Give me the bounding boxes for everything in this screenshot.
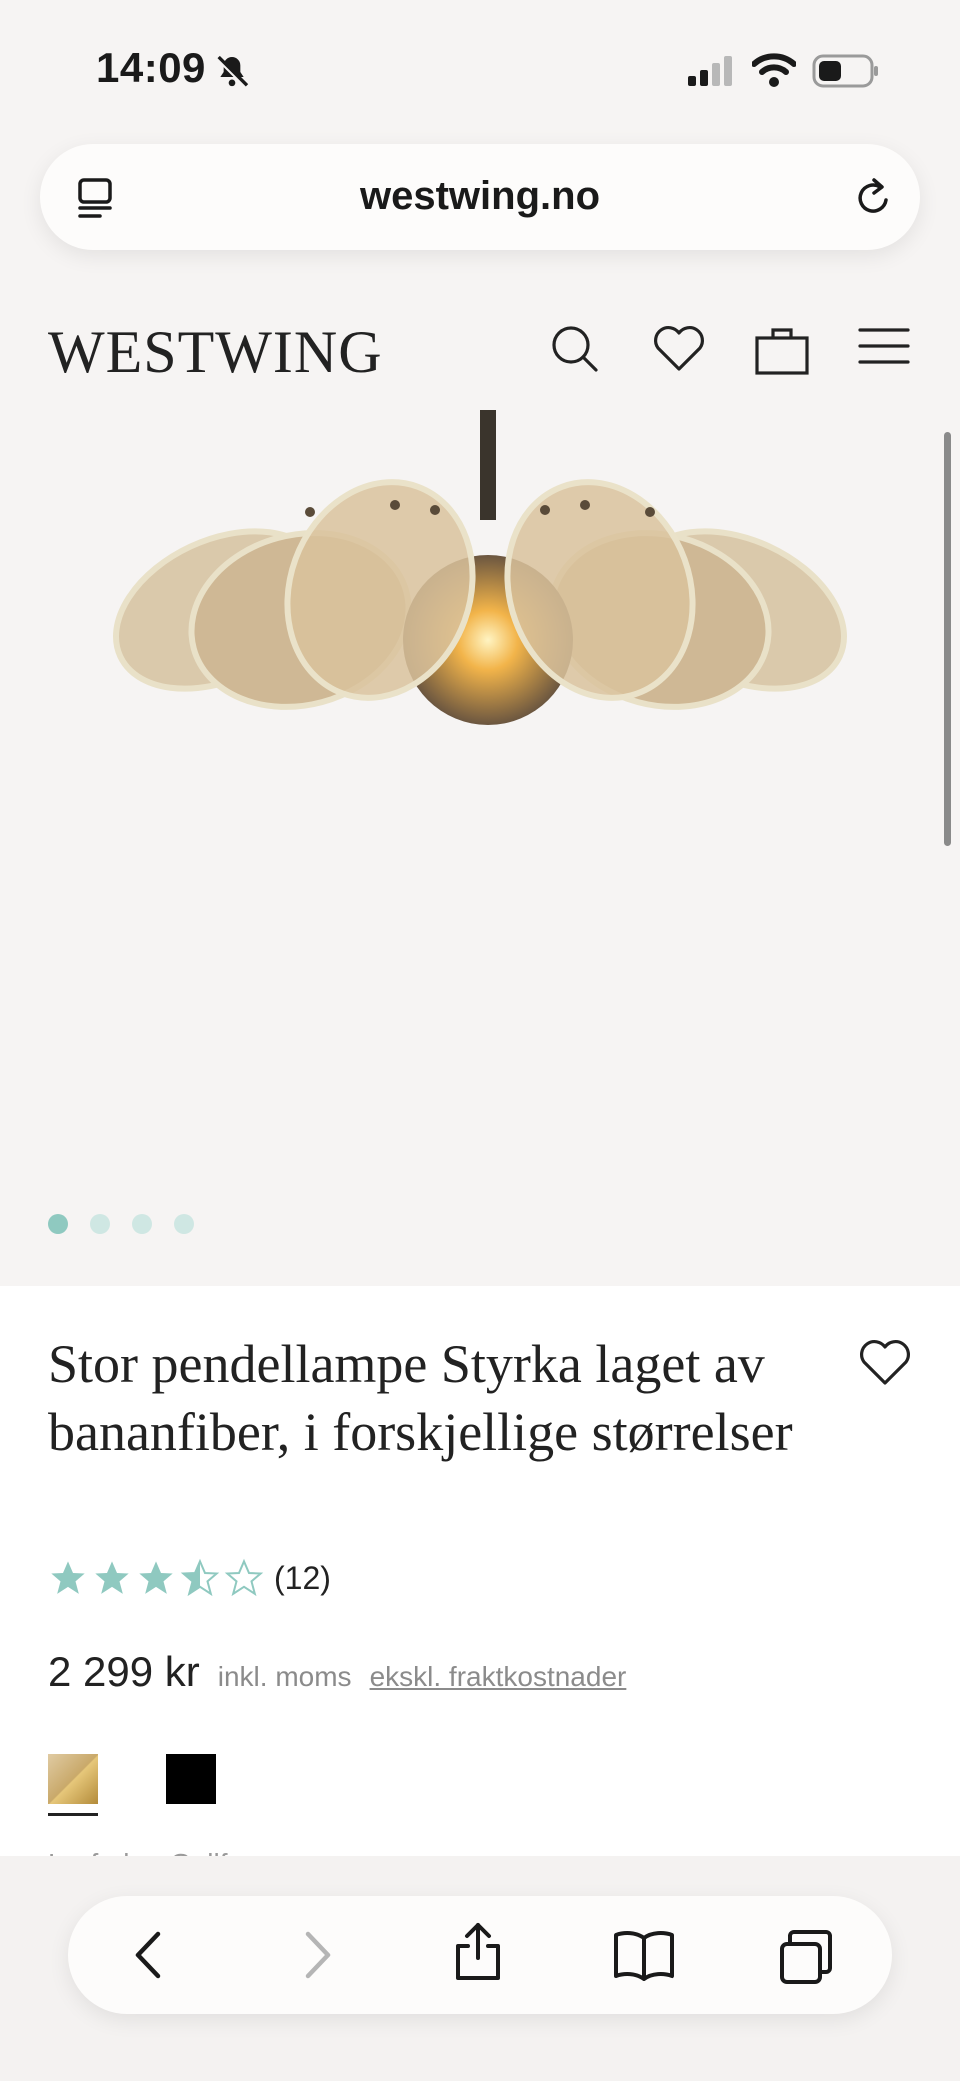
product-rating[interactable]: (12) [48, 1558, 331, 1598]
star-half-icon [180, 1558, 220, 1597]
status-time: 14:09 [96, 44, 206, 91]
shipping-costs-link[interactable]: ekskl. fraktkostnader [370, 1661, 627, 1693]
url-text[interactable]: westwing.no [40, 174, 920, 219]
address-bar[interactable]: westwing.no [40, 144, 920, 250]
search-icon[interactable] [550, 324, 600, 379]
gallery-dot[interactable] [90, 1214, 110, 1234]
back-icon[interactable] [124, 1928, 176, 1987]
color-swatch-gold[interactable] [48, 1754, 98, 1804]
product-gallery[interactable] [0, 410, 960, 1286]
battery-icon [812, 54, 880, 93]
price-row: 2 299 kr inkl. moms ekskl. fraktkostnade… [48, 1648, 626, 1696]
tabs-icon[interactable] [778, 1928, 838, 1991]
selected-swatch-indicator [48, 1813, 98, 1816]
browser-toolbar-area [0, 1856, 960, 2081]
scroll-indicator[interactable] [944, 432, 951, 846]
shopping-bag-icon[interactable] [754, 324, 810, 381]
browser-toolbar [68, 1896, 892, 2014]
review-count[interactable]: (12) [274, 1560, 331, 1597]
add-to-wishlist-icon[interactable] [858, 1338, 912, 1393]
site-logo[interactable]: WESTWING [48, 318, 383, 387]
gallery-dot[interactable] [132, 1214, 152, 1234]
reload-icon[interactable] [852, 176, 896, 225]
share-icon[interactable] [450, 1922, 506, 1987]
gallery-pagination [48, 1214, 194, 1234]
bell-muted-icon [212, 52, 252, 97]
star-full-icon [51, 1561, 85, 1594]
gallery-dot[interactable] [48, 1214, 68, 1234]
product-title: Stor pendellampe Styrka laget av bananfi… [48, 1334, 793, 1462]
forward-icon[interactable] [290, 1928, 342, 1987]
star-full-icon [139, 1561, 173, 1594]
gallery-dot[interactable] [174, 1214, 194, 1234]
star-empty-icon [224, 1558, 264, 1597]
product-image[interactable] [0, 410, 960, 830]
cellular-signal-icon [688, 56, 736, 91]
color-swatch-black[interactable] [166, 1754, 216, 1804]
bookmarks-icon[interactable] [612, 1928, 676, 1987]
menu-icon[interactable] [858, 324, 910, 373]
wifi-icon [751, 52, 797, 93]
star-full-icon [95, 1561, 129, 1594]
wishlist-icon[interactable] [652, 324, 706, 379]
product-price: 2 299 kr [48, 1648, 200, 1695]
vat-note: inkl. moms [217, 1661, 352, 1692]
